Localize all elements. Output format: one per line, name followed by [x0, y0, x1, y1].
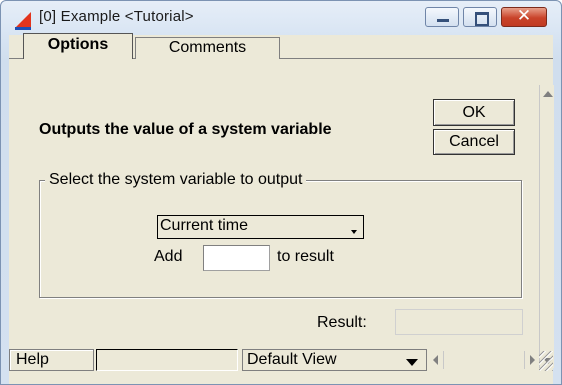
- tab-comments[interactable]: Comments: [135, 37, 280, 59]
- maximize-button[interactable]: [463, 7, 497, 27]
- close-icon: ✕: [516, 6, 532, 26]
- title-bar[interactable]: [0] Example <Tutorial> ✕: [1, 1, 561, 35]
- groupbox-label: Select the system variable to output: [45, 171, 307, 189]
- scroll-right-icon[interactable]: [530, 355, 535, 365]
- close-button[interactable]: ✕: [501, 6, 547, 27]
- scrollbar-divider: [443, 351, 444, 369]
- scroll-up-icon[interactable]: [543, 91, 553, 97]
- result-label: Result:: [317, 314, 367, 331]
- page-title: Outputs the value of a system variable: [39, 121, 332, 138]
- minimize-icon: [437, 19, 449, 22]
- system-variable-select[interactable]: Current time: [157, 215, 364, 239]
- minimize-button[interactable]: [425, 7, 459, 27]
- view-select[interactable]: Default View: [242, 349, 427, 371]
- maximize-icon: [475, 12, 489, 26]
- app-icon: [15, 12, 31, 30]
- add-label: Add: [154, 248, 183, 265]
- vertical-scrollbar[interactable]: [539, 85, 554, 368]
- add-input[interactable]: [203, 245, 270, 271]
- result-field: [395, 309, 523, 335]
- cancel-button[interactable]: Cancel: [433, 129, 515, 155]
- scroll-left-icon[interactable]: [433, 355, 438, 365]
- ok-button[interactable]: OK: [433, 99, 515, 126]
- help-button[interactable]: Help: [9, 349, 94, 371]
- horizontal-scrollbar[interactable]: [429, 349, 539, 371]
- to-result-label: to result: [277, 248, 334, 265]
- dialog-window: [0] Example <Tutorial> ✕ Options Comment…: [0, 0, 562, 385]
- dialog-client: Options Comments Outputs the value of a …: [9, 33, 554, 384]
- chevron-down-icon: [406, 359, 418, 366]
- status-bar: Help Default View: [9, 349, 553, 373]
- chevron-down-icon: [351, 230, 357, 234]
- variable-groupbox: [39, 180, 522, 298]
- window-title: [0] Example <Tutorial>: [39, 8, 194, 25]
- scrollbar-divider: [524, 351, 525, 369]
- resize-grip-icon[interactable]: [539, 351, 553, 371]
- view-select-value: Default View: [247, 351, 337, 368]
- system-variable-value: Current time: [160, 217, 249, 234]
- status-field: [96, 349, 238, 371]
- tab-options[interactable]: Options: [23, 33, 133, 59]
